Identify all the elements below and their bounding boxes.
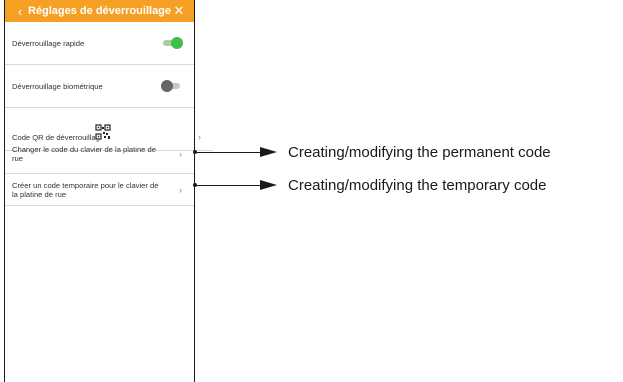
close-icon[interactable]: ✕ <box>168 0 190 22</box>
setting-quick-unlock[interactable]: Déverrouillage rapide <box>5 22 194 65</box>
callout-text: Creating/modifying the temporary code <box>288 177 547 194</box>
setting-label: Créer un code temporaire pour le clavier… <box>12 180 159 199</box>
callout-line <box>196 185 260 186</box>
arrow-right-icon <box>260 180 277 190</box>
setting-label: Changer le code du clavier de la platine… <box>12 144 156 163</box>
app-header: ‹ Réglages de déverrouillage ✕ <box>5 0 194 22</box>
toggle-knob <box>171 37 183 49</box>
setting-temporary-keypad-code[interactable]: Créer un code temporaire pour le clavier… <box>5 174 194 206</box>
quick-unlock-toggle[interactable] <box>162 37 183 49</box>
setting-biometric-unlock[interactable]: Déverrouillage biométrique <box>5 65 194 108</box>
back-icon[interactable]: ‹ <box>9 0 31 22</box>
chevron-right-icon: › <box>179 148 182 159</box>
callout-permanent-code: Creating/modifying the permanent code <box>193 143 623 163</box>
biometric-unlock-toggle[interactable] <box>161 80 182 92</box>
setting-permanent-keypad-code[interactable]: Changer le code du clavier de la platine… <box>5 134 194 174</box>
setting-label: Déverrouillage rapide <box>12 38 85 48</box>
phone-screen: ‹ Réglages de déverrouillage ✕ Déverroui… <box>4 0 213 382</box>
callout-line <box>196 152 260 153</box>
header-title: Réglages de déverrouillage <box>27 5 172 17</box>
callout-temporary-code: Creating/modifying the temporary code <box>193 176 623 196</box>
setting-label: Déverrouillage biométrique <box>12 81 103 91</box>
chevron-right-icon: › <box>198 132 201 142</box>
callout-text: Creating/modifying the permanent code <box>288 144 551 161</box>
chevron-right-icon: › <box>179 184 182 195</box>
toggle-knob <box>161 80 173 92</box>
arrow-right-icon <box>260 147 277 157</box>
